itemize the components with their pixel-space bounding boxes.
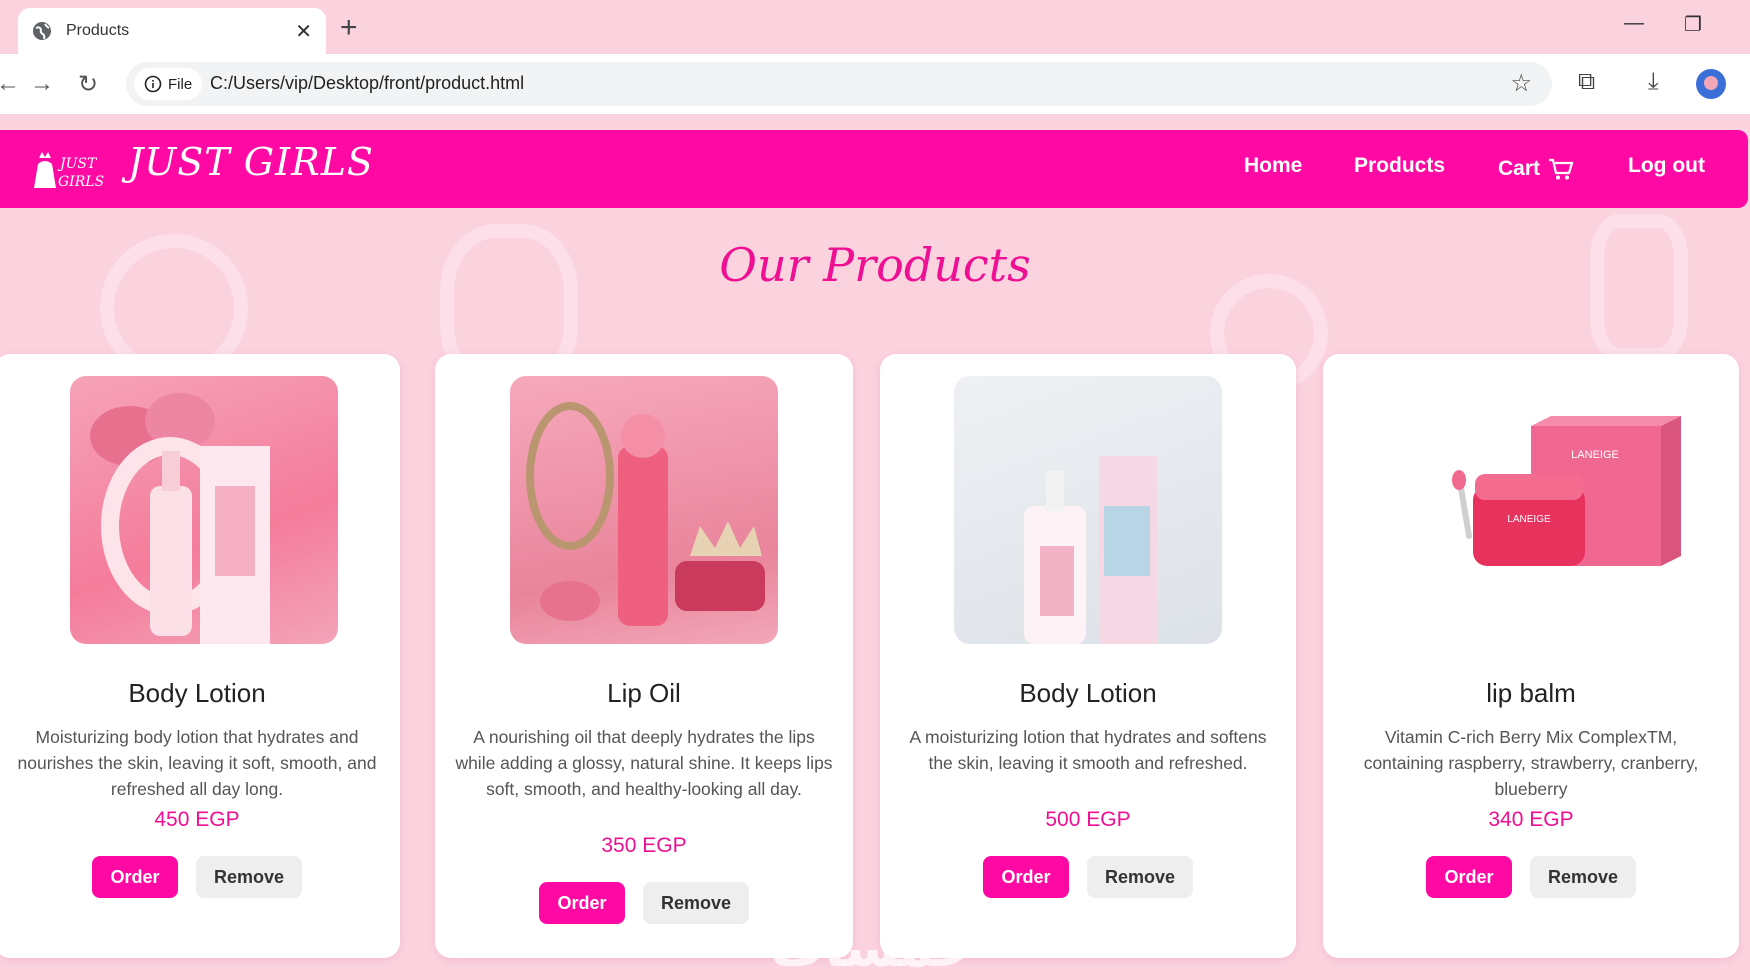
back-icon[interactable]: ← [0,70,20,98]
section-title: Our Products [719,238,1031,292]
remove-button[interactable]: Remove [643,882,749,924]
product-image [954,376,1222,644]
order-button[interactable]: Order [92,856,178,898]
product-image [510,376,778,644]
order-button[interactable]: Order [539,882,625,924]
minimize-icon[interactable]: — [1624,12,1644,35]
product-price: 350 EGP [601,834,687,857]
product-price: 500 EGP [1045,808,1131,831]
tab-title: Products [66,22,130,39]
new-tab-button[interactable]: + [340,11,358,45]
url-text[interactable]: C:/Users/vip/Desktop/front/product.html [210,73,524,94]
product-description: A nourishing oil that deeply hydrates th… [455,727,833,799]
page-content: JUST GIRLS JUST GIRLS Home Products Cart… [0,114,1750,980]
profile-avatar[interactable] [1696,69,1726,99]
site-chip-label: File [168,75,193,93]
product-card: Body Lotion A moisturizing lotion that h… [880,354,1296,958]
remove-button[interactable]: Remove [1530,856,1636,898]
browser-toolbar: ← → ↻ File C:/Users/vip/Desktop/front/pr… [0,54,1750,114]
svg-text:JUST: JUST [57,156,98,172]
product-card: Lip Oil A nourishing oil that deeply hyd… [435,354,853,958]
product-price: 450 EGP [154,808,240,831]
product-card: Body Lotion Moisturizing body lotion tha… [0,354,400,958]
svg-text:GIRLS: GIRLS [58,174,104,190]
product-image [70,376,338,644]
nav-home-link[interactable]: Home [1244,154,1302,178]
product-description: Vitamin C-rich Berry Mix ComplexTM, cont… [1363,727,1699,799]
product-actions: Order Remove [1323,856,1739,898]
product-card: LANEIGE LANEIGE lip balm Vitamin C-rich … [1323,354,1739,958]
site-info-chip[interactable]: File [134,68,203,100]
nav-cart-link[interactable]: Cart [1498,157,1574,181]
product-name: lip balm [1486,678,1576,708]
svg-text:LANEIGE: LANEIGE [1507,514,1551,525]
product-description: A moisturizing lotion that hydrates and … [909,727,1267,773]
info-icon [144,75,162,93]
bookmark-star-icon[interactable]: ☆ [1510,69,1532,98]
site-navbar: JUST GIRLS JUST GIRLS Home Products Cart… [0,130,1748,208]
address-bar[interactable]: File C:/Users/vip/Desktop/front/product.… [126,62,1552,106]
download-icon[interactable]: ⤓ [1648,68,1659,96]
extensions-icon[interactable]: ⧉ [1578,68,1595,96]
browser-tab[interactable]: Products ✕ [18,8,326,54]
cart-label: Cart [1498,157,1541,180]
globe-icon [33,22,51,40]
product-name: Body Lotion [128,678,266,708]
cart-icon [1549,158,1574,180]
nav-products-link[interactable]: Products [1354,154,1445,178]
product-price: 340 EGP [1488,808,1574,831]
svg-text:LANEIGE: LANEIGE [1571,449,1619,461]
forward-icon[interactable]: → [30,70,54,98]
product-name: Body Lotion [1019,678,1157,708]
nav-logout-link[interactable]: Log out [1628,154,1705,178]
logo-icon[interactable]: JUST GIRLS [30,148,114,192]
restore-icon[interactable]: ❐ [1684,12,1702,37]
product-image: LANEIGE LANEIGE [1383,376,1683,644]
order-button[interactable]: Order [1426,856,1512,898]
product-description: Moisturizing body lotion that hydrates a… [17,727,377,799]
product-name: Lip Oil [607,678,681,708]
remove-button[interactable]: Remove [1087,856,1193,898]
close-tab-icon[interactable]: ✕ [295,19,312,44]
order-button[interactable]: Order [983,856,1069,898]
browser-tab-strip: Products ✕ + — ❐ [0,0,1750,54]
product-actions: Order Remove [880,856,1296,898]
product-actions: Order Remove [0,856,400,898]
remove-button[interactable]: Remove [196,856,302,898]
brand-name[interactable]: JUST GIRLS [128,140,374,184]
watermark-text: خمسات [770,916,975,979]
reload-icon[interactable]: ↻ [78,70,98,99]
